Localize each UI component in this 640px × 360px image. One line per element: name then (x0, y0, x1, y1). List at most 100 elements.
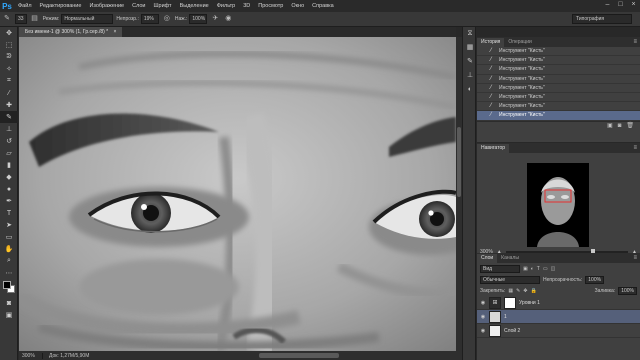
history-item-active[interactable]: ⁄ Инструмент "Кисть" (477, 111, 640, 121)
hand-tool-icon[interactable]: ✋ (0, 243, 18, 255)
lock-transparency-icon[interactable]: ▦ (508, 288, 513, 294)
swatches-panel-icon[interactable]: ▦ (463, 41, 477, 55)
pen-tool-icon[interactable]: ✒ (0, 195, 18, 207)
tab-actions[interactable]: Операции (504, 38, 535, 47)
zoom-tool-icon[interactable]: ⌕ (0, 255, 18, 267)
brush-panel-icon[interactable]: ▤ (30, 14, 40, 24)
layer-row[interactable]: ◉ ⊞ Уровни 1 (477, 296, 640, 310)
layer-row-selected[interactable]: ◉ 1 (477, 310, 640, 324)
document-canvas[interactable] (19, 37, 456, 351)
brush-preset-icon[interactable]: ✎ (2, 14, 12, 24)
lasso-tool-icon[interactable]: ᕲ (0, 51, 18, 63)
panel-menu-icon[interactable]: ≡ (633, 38, 640, 47)
menu-view[interactable]: Просмотр (254, 3, 287, 9)
maximize-button[interactable]: □ (616, 1, 625, 9)
lock-position-icon[interactable]: ✥ (523, 288, 527, 294)
blend-mode-select[interactable]: Обычные (480, 275, 540, 284)
blur-tool-icon[interactable]: ◆ (0, 171, 18, 183)
layer-name[interactable]: 1 (504, 314, 507, 320)
screen-mode-icon[interactable]: ▣ (0, 309, 18, 321)
close-button[interactable]: × (629, 1, 638, 9)
layer-name[interactable]: Уровни 1 (519, 300, 540, 306)
stamp-tool-icon[interactable]: ⊥ (0, 123, 18, 135)
filter-pixel-icon[interactable]: ▣ (523, 266, 528, 272)
tab-channels[interactable]: Каналы (497, 254, 523, 263)
eyedropper-tool-icon[interactable]: ⁄ (0, 87, 18, 99)
flow-input[interactable]: 100% (189, 14, 208, 24)
pressure-opacity-icon[interactable]: ◎ (162, 14, 172, 24)
zoom-level[interactable]: 300% (19, 352, 43, 359)
trash-icon[interactable]: 🗑 (626, 122, 634, 129)
document-tab[interactable]: Без имени-1 @ 300% (1, Гр.сер./8) * × (19, 27, 123, 37)
history-item[interactable]: ⁄ Инструмент "Кисть" (477, 65, 640, 75)
layer-name[interactable]: Слой 2 (504, 328, 520, 334)
lock-pixels-icon[interactable]: ✎ (516, 288, 520, 294)
menu-help[interactable]: Справка (308, 3, 338, 9)
crop-tool-icon[interactable]: ⌗ (0, 75, 18, 87)
tab-layers[interactable]: Слои (477, 254, 498, 263)
history-item[interactable]: ⁄ Инструмент "Кисть" (477, 75, 640, 84)
opacity-input[interactable]: 19% (140, 14, 159, 24)
more-tools-icon[interactable]: ⋯ (0, 267, 18, 279)
move-tool-icon[interactable]: ✥ (0, 27, 18, 39)
marquee-tool-icon[interactable]: ⬚ (0, 39, 18, 51)
pressure-size-icon[interactable]: ◉ (223, 14, 233, 24)
layer-opacity-input[interactable]: 100% (585, 275, 605, 284)
menu-filter[interactable]: Фильтр (213, 3, 239, 9)
layer-fill-input[interactable]: 100% (618, 286, 637, 295)
panel-menu-icon[interactable]: ≡ (633, 144, 640, 153)
filter-smart-icon[interactable]: ◫ (551, 266, 556, 272)
history-item[interactable]: ⁄ Инструмент "Кисть" (477, 47, 640, 57)
tab-history[interactable]: История (477, 38, 505, 47)
horizontal-scroll-thumb[interactable] (259, 353, 339, 358)
clone-source-panel-icon[interactable]: ⊥ (463, 69, 477, 83)
tab-close-icon[interactable]: × (114, 29, 117, 35)
filter-type-icon[interactable]: T (537, 266, 540, 272)
filter-shape-icon[interactable]: ▭ (543, 266, 548, 272)
shape-tool-icon[interactable]: ▭ (0, 231, 18, 243)
workspace-select[interactable]: Типография (572, 14, 632, 24)
history-item[interactable]: ⁄ Инструмент "Кисть" (477, 84, 640, 93)
brush-panel-icon[interactable]: ✎ (463, 55, 477, 69)
snapshot-icon[interactable]: ◙ (618, 123, 622, 129)
lock-all-icon[interactable]: 🔒 (530, 288, 536, 294)
menu-3d[interactable]: 3D (239, 3, 254, 9)
layer-mask-thumbnail[interactable] (504, 296, 516, 309)
layer-filter-select[interactable]: Вид (480, 264, 520, 273)
minimize-button[interactable]: – (603, 1, 612, 9)
horizontal-scrollbar[interactable] (109, 353, 459, 358)
history-panel-icon[interactable]: ⧖ (463, 27, 477, 41)
foreground-color-swatch[interactable] (3, 281, 11, 289)
menu-window[interactable]: Окно (287, 3, 308, 9)
new-document-from-state-icon[interactable]: ▣ (607, 122, 613, 129)
color-swatches[interactable] (0, 279, 18, 297)
history-item[interactable]: ⁄ Инструмент "Кисть" (477, 102, 640, 112)
tab-navigator[interactable]: Навигатор (477, 144, 510, 153)
brush-tool-icon[interactable]: ✎ (0, 111, 18, 123)
menu-select[interactable]: Выделение (176, 3, 213, 9)
panel-menu-icon[interactable]: ≡ (633, 254, 640, 263)
gradient-tool-icon[interactable]: ▮ (0, 159, 18, 171)
menu-type[interactable]: Шрифт (149, 3, 175, 9)
healing-tool-icon[interactable]: ✚ (0, 99, 18, 111)
menu-edit[interactable]: Редактирование (36, 3, 86, 9)
layer-row[interactable]: ◉ Слой 2 (477, 324, 640, 338)
filter-adjust-icon[interactable]: ◐ (531, 266, 534, 272)
navigator-preview[interactable] (477, 153, 640, 247)
visibility-eye-icon[interactable]: ◉ (477, 314, 489, 320)
type-tool-icon[interactable]: T (0, 207, 18, 219)
path-select-tool-icon[interactable]: ➤ (0, 219, 18, 231)
menu-image[interactable]: Изображение (85, 3, 128, 9)
history-item[interactable]: ⁄ Инструмент "Кисть" (477, 93, 640, 103)
menu-layers[interactable]: Слои (128, 3, 149, 9)
visibility-eye-icon[interactable]: ◉ (477, 300, 489, 306)
dodge-tool-icon[interactable]: ● (0, 183, 18, 195)
eraser-tool-icon[interactable]: ▱ (0, 147, 18, 159)
brush-size-picker[interactable]: 33 (15, 14, 27, 24)
menu-file[interactable]: Файл (14, 3, 36, 9)
adjustments-panel-icon[interactable]: ◐ (463, 83, 477, 97)
vertical-scroll-thumb[interactable] (457, 127, 461, 197)
history-item[interactable]: ⁄ Инструмент "Кисть" (477, 56, 640, 66)
quick-select-tool-icon[interactable]: ✧ (0, 63, 18, 75)
visibility-eye-icon[interactable]: ◉ (477, 328, 489, 334)
